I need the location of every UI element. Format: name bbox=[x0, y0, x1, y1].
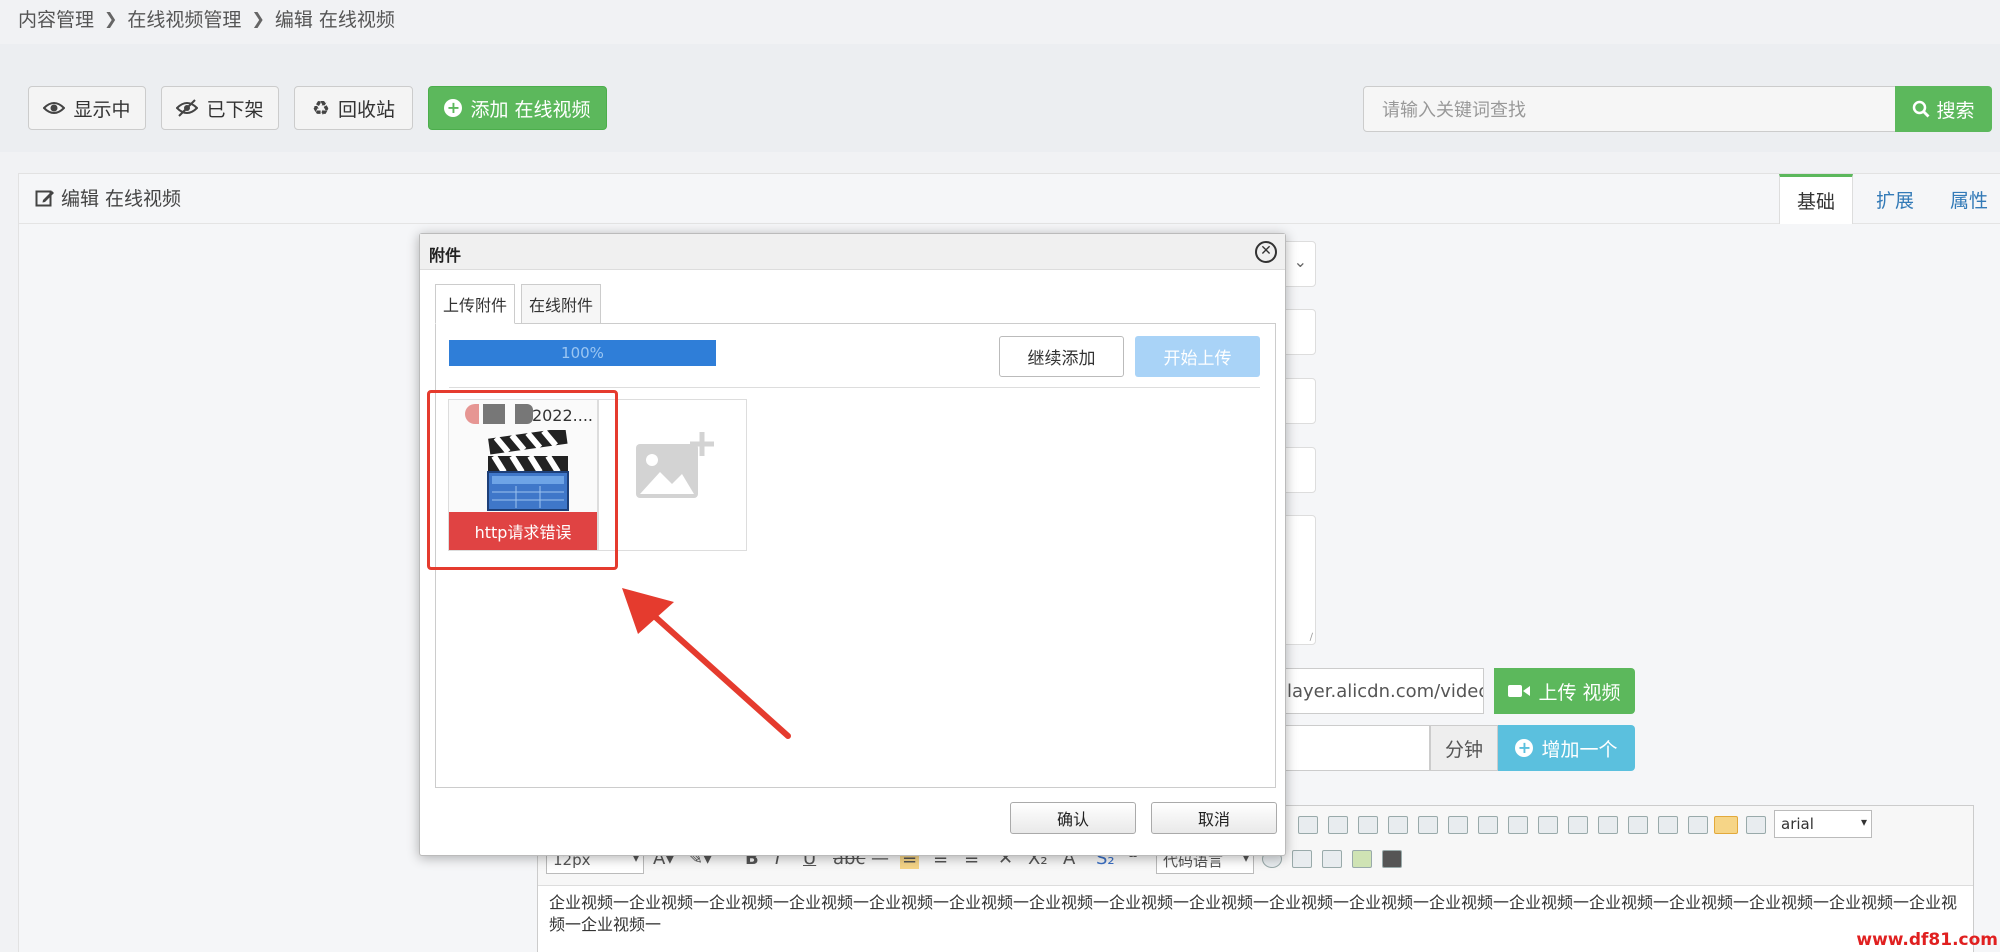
ltr-icon[interactable] bbox=[1714, 816, 1738, 834]
search-input[interactable]: 请输入关键词查找 bbox=[1363, 86, 1896, 132]
image-icon[interactable] bbox=[1352, 850, 1372, 868]
attachment-dialog: 附件 ✕ 上传附件 在线附件 100% 继续添加 开始上传 2022.... h… bbox=[419, 233, 1286, 856]
edit-icon bbox=[35, 190, 54, 206]
table-icon[interactable] bbox=[1508, 816, 1528, 834]
minute-addon: 分钟 bbox=[1430, 725, 1498, 771]
table-icon[interactable] bbox=[1688, 816, 1708, 834]
tab-attributes[interactable]: 属性 bbox=[1939, 174, 1999, 224]
chevron-down-icon: ⌄ bbox=[1293, 252, 1307, 271]
textarea-resize-handle[interactable]: ∕ bbox=[1310, 632, 1313, 643]
table-icon[interactable] bbox=[1658, 816, 1678, 834]
tab-upload-attachment[interactable]: 上传附件 bbox=[435, 284, 515, 324]
tab-extend-label: 扩展 bbox=[1875, 189, 1914, 212]
tab-basic[interactable]: 基础 bbox=[1779, 174, 1853, 224]
panel-title-text: 编辑 在线视频 bbox=[61, 188, 182, 210]
font-family-select[interactable]: arial ▾ bbox=[1774, 810, 1872, 838]
video-url-input[interactable]: layer.alicdn.com/video/e bbox=[1280, 668, 1484, 714]
table-icon[interactable] bbox=[1568, 816, 1588, 834]
progress-text: 100% bbox=[561, 344, 604, 362]
add-image-placeholder[interactable] bbox=[598, 399, 747, 551]
editor-content[interactable]: 企业视频一企业视频一企业视频一企业视频一企业视频一企业视频一企业视频一企业视频一… bbox=[549, 892, 1964, 936]
site-watermark: www.df81.com bbox=[1856, 930, 1998, 950]
table-icon[interactable] bbox=[1478, 816, 1498, 834]
cancel-label: 取消 bbox=[1197, 810, 1230, 829]
upload-video-label: 上传 视频 bbox=[1538, 681, 1621, 704]
panel-title: 编辑 在线视频 bbox=[35, 184, 181, 211]
tab-extend[interactable]: 扩展 bbox=[1865, 174, 1925, 224]
plus-circle-icon: + bbox=[444, 99, 463, 117]
divider bbox=[449, 387, 1260, 388]
annotation-highlight-box bbox=[427, 390, 618, 570]
recycle-label: 回收站 bbox=[337, 98, 395, 121]
rtl-icon[interactable] bbox=[1746, 816, 1766, 834]
tab-attributes-label: 属性 bbox=[1949, 189, 1988, 212]
chevron-right-icon: ❯ bbox=[251, 8, 265, 28]
add-video-button[interactable]: + 添加 在线视频 bbox=[428, 86, 607, 130]
recycle-icon: ♻ bbox=[312, 96, 330, 120]
add-one-label: 增加一个 bbox=[1541, 738, 1618, 761]
breadcrumb: 内容管理 ❯ 在线视频管理 ❯ 编辑 在线视频 bbox=[18, 4, 395, 32]
tab-basic-label: 基础 bbox=[1796, 191, 1835, 213]
breadcrumb-item-content[interactable]: 内容管理 bbox=[18, 5, 94, 32]
table-icon[interactable] bbox=[1538, 816, 1558, 834]
minute-label-text: 分钟 bbox=[1444, 738, 1483, 761]
breadcrumb-item-edit: 编辑 在线视频 bbox=[274, 8, 395, 31]
continue-add-button[interactable]: 继续添加 bbox=[999, 336, 1124, 377]
add-video-label: 添加 在线视频 bbox=[470, 98, 591, 121]
confirm-label: 确认 bbox=[1056, 810, 1089, 829]
find-icon[interactable] bbox=[1382, 850, 1402, 868]
recycle-bin-button[interactable]: ♻ 回收站 bbox=[294, 86, 413, 130]
table-icon[interactable] bbox=[1598, 816, 1618, 834]
tab-online-label: 在线附件 bbox=[528, 296, 593, 315]
dialog-title: 附件 bbox=[429, 246, 462, 265]
duration-input[interactable] bbox=[1280, 725, 1430, 771]
video-camera-icon bbox=[1508, 685, 1531, 697]
close-icon[interactable]: ✕ bbox=[1255, 241, 1277, 263]
dialog-header: 附件 ✕ bbox=[420, 234, 1285, 270]
table-icon[interactable] bbox=[1388, 816, 1408, 834]
table-icon[interactable] bbox=[1298, 816, 1318, 834]
eye-icon bbox=[43, 102, 66, 114]
tab-upload-label: 上传附件 bbox=[442, 296, 507, 315]
eye-slash-icon bbox=[176, 99, 199, 117]
showing-button[interactable]: 显示中 bbox=[28, 86, 146, 130]
table-icon[interactable] bbox=[1328, 816, 1348, 834]
upload-area: 100% 继续添加 开始上传 2022.... http请求错误 bbox=[427, 323, 1276, 788]
search-button[interactable]: 搜索 bbox=[1895, 86, 1992, 132]
add-image-icon bbox=[636, 432, 714, 498]
add-one-button[interactable]: + 增加一个 bbox=[1498, 725, 1635, 771]
showing-label: 显示中 bbox=[73, 98, 131, 121]
offline-label: 已下架 bbox=[206, 98, 264, 121]
confirm-button[interactable]: 确认 bbox=[1010, 802, 1136, 834]
start-upload-button[interactable]: 开始上传 bbox=[1135, 336, 1260, 377]
table-icon[interactable] bbox=[1418, 816, 1438, 834]
tab-online-attachment[interactable]: 在线附件 bbox=[521, 284, 601, 324]
chevron-right-icon: ❯ bbox=[104, 8, 118, 28]
upload-progress-bar: 100% bbox=[449, 340, 716, 366]
save-icon[interactable] bbox=[1292, 850, 1312, 868]
breadcrumb-item-video-manage[interactable]: 在线视频管理 bbox=[127, 5, 241, 32]
annotation-arrow bbox=[622, 588, 791, 739]
upload-video-button[interactable]: 上传 视频 bbox=[1494, 668, 1635, 714]
search-icon bbox=[1913, 100, 1930, 118]
table-icon[interactable] bbox=[1628, 816, 1648, 834]
video-url-value: layer.alicdn.com/video/e bbox=[1287, 680, 1483, 702]
search-label: 搜索 bbox=[1936, 99, 1975, 122]
page-break-icon[interactable] bbox=[1322, 850, 1342, 868]
table-icon[interactable] bbox=[1448, 816, 1468, 834]
continue-add-label: 继续添加 bbox=[1027, 349, 1096, 369]
panel-header: 编辑 在线视频 基础 扩展 属性 bbox=[19, 174, 2000, 224]
search-placeholder: 请输入关键词查找 bbox=[1382, 100, 1526, 121]
offline-button[interactable]: 已下架 bbox=[161, 86, 279, 130]
cancel-button[interactable]: 取消 bbox=[1151, 802, 1277, 834]
font-family-value: arial bbox=[1781, 815, 1814, 833]
start-upload-label: 开始上传 bbox=[1163, 349, 1232, 369]
plus-circle-icon: + bbox=[1515, 739, 1534, 757]
table-icon[interactable] bbox=[1358, 816, 1378, 834]
chevron-down-icon: ▾ bbox=[1860, 815, 1867, 829]
